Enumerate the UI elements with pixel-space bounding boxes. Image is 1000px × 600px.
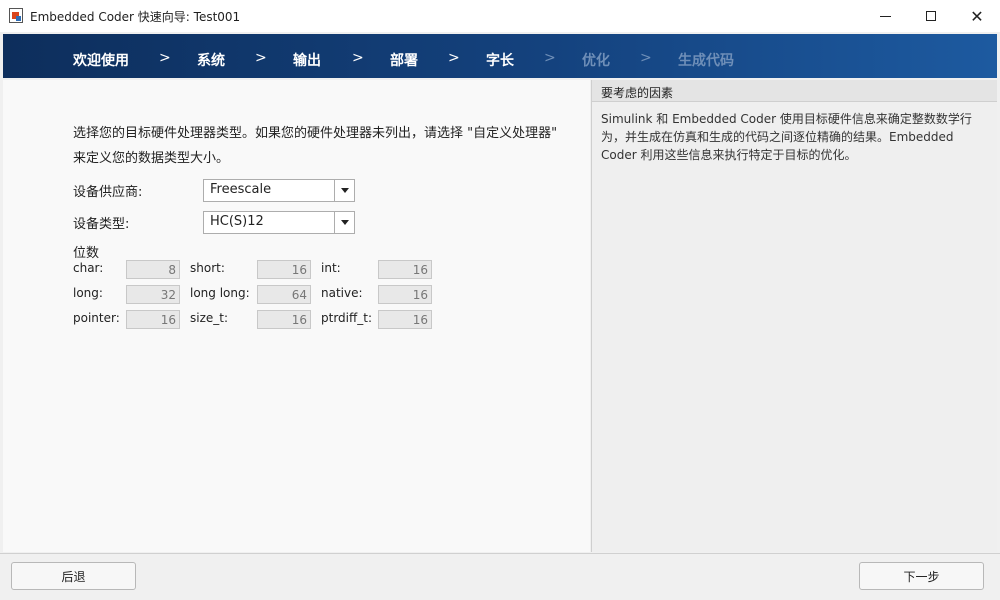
char-label: char:	[73, 261, 104, 275]
step-separator: >	[159, 50, 171, 66]
minimize-button[interactable]	[862, 0, 908, 32]
int-field: 16	[378, 260, 432, 279]
wizard-steps: 欢迎使用 > 系统 > 输出 > 部署 > 字长 > 优化 > 生成代码	[3, 34, 997, 78]
maximize-icon	[926, 11, 936, 21]
long-label: long:	[73, 286, 103, 300]
step-output[interactable]: 输出	[293, 50, 321, 70]
device-type-value: HC(S)12	[210, 214, 264, 229]
long-field: 32	[126, 285, 180, 304]
minimize-icon	[879, 15, 891, 17]
chevron-down-icon[interactable]	[334, 212, 354, 233]
step-optimization: 优化	[582, 53, 610, 69]
long-long-label: long long:	[190, 286, 250, 300]
char-field: 8	[126, 260, 180, 279]
step-generate-code: 生成代码	[678, 53, 734, 69]
ptrdiff-t-field: 16	[378, 310, 432, 329]
ptrdiff-t-label: ptrdiff_t:	[321, 311, 373, 325]
pointer-field: 16	[126, 310, 180, 329]
window-title: Embedded Coder 快速向导: Test001	[30, 10, 241, 24]
size-t-field: 16	[257, 310, 311, 329]
step-separator: >	[544, 50, 556, 66]
vendor-dropdown[interactable]: Freescale	[203, 179, 355, 202]
next-button[interactable]: 下一步	[859, 562, 984, 590]
step-separator: >	[640, 50, 652, 66]
main-panel: 选择您的目标硬件处理器类型。如果您的硬件处理器未列出，请选择 "自定义处理器" …	[3, 80, 590, 552]
native-field: 16	[378, 285, 432, 304]
app-icon	[9, 8, 23, 23]
step-welcome[interactable]: 欢迎使用	[73, 50, 129, 70]
maximize-button[interactable]	[908, 0, 954, 32]
vendor-label: 设备供应商:	[73, 185, 143, 200]
long-long-field: 64	[257, 285, 311, 304]
considerations-panel: 要考虑的因素 Simulink 和 Embedded Coder 使用目标硬件信…	[591, 80, 997, 552]
step-system[interactable]: 系统	[197, 50, 225, 70]
considerations-text: Simulink 和 Embedded Coder 使用目标硬件信息来确定整数数…	[601, 112, 972, 162]
native-label: native:	[321, 286, 363, 300]
device-type-dropdown[interactable]: HC(S)12	[203, 211, 355, 234]
size-t-label: size_t:	[190, 311, 229, 325]
int-label: int:	[321, 261, 341, 275]
chevron-down-icon[interactable]	[334, 180, 354, 201]
short-label: short:	[190, 261, 225, 275]
bits-title: 位数	[73, 246, 100, 261]
back-button[interactable]: 后退	[11, 562, 136, 590]
step-separator: >	[448, 50, 460, 66]
step-separator: >	[255, 50, 267, 66]
pointer-label: pointer:	[73, 311, 120, 325]
intro-text: 选择您的目标硬件处理器类型。如果您的硬件处理器未列出，请选择 "自定义处理器" …	[73, 126, 558, 166]
step-deployment[interactable]: 部署	[390, 50, 418, 70]
considerations-header: 要考虑的因素	[592, 80, 997, 102]
title-bar: Embedded Coder 快速向导: Test001 ✕	[0, 0, 1000, 32]
close-button[interactable]: ✕	[954, 0, 1000, 32]
footer-bar: 后退 下一步	[0, 553, 1000, 600]
vendor-value: Freescale	[210, 182, 272, 197]
close-icon: ✕	[970, 6, 984, 26]
step-separator: >	[352, 50, 364, 66]
step-wordlength[interactable]: 字长	[486, 50, 514, 70]
short-field: 16	[257, 260, 311, 279]
device-type-label: 设备类型:	[73, 217, 130, 232]
